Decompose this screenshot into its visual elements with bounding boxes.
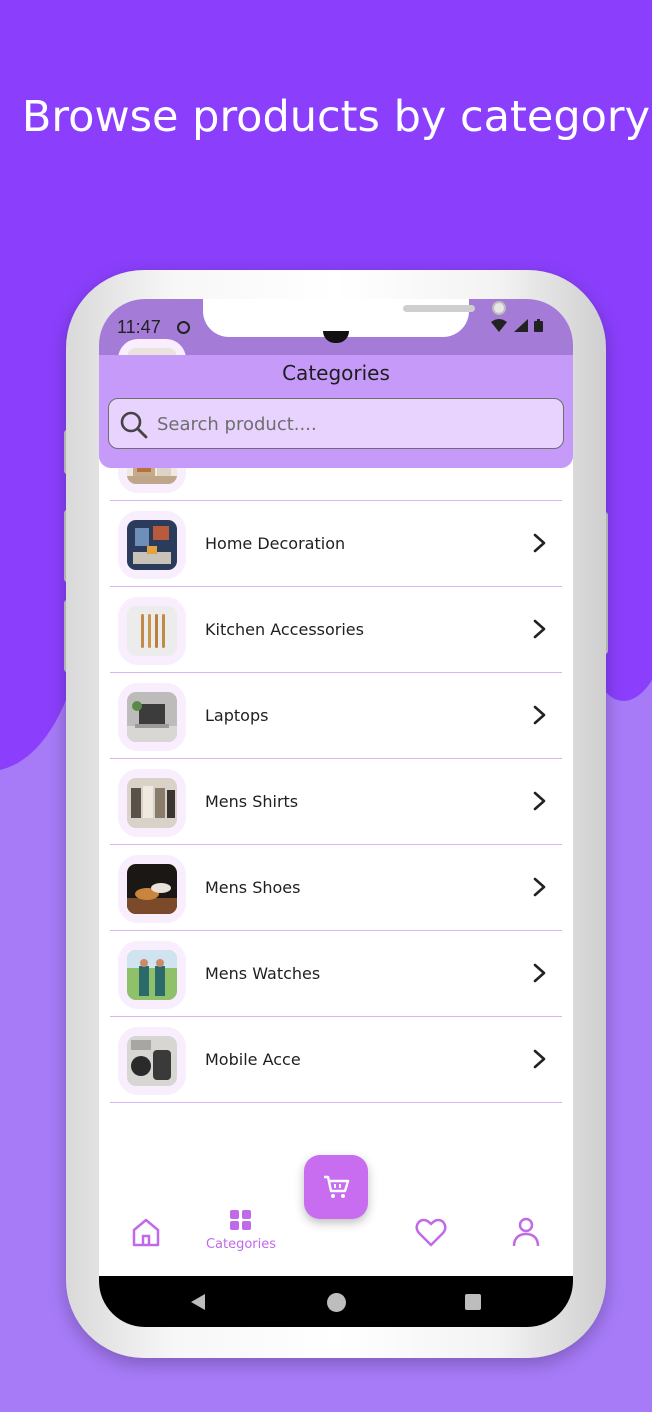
speaker	[403, 305, 475, 312]
chevron-right-icon	[533, 877, 546, 897]
back-icon[interactable]	[189, 1293, 207, 1311]
nav-profile[interactable]	[506, 1212, 546, 1252]
grid-icon	[230, 1210, 251, 1230]
category-label: Mobile Acce	[205, 1050, 301, 1069]
mens-shirts-thumbnail	[127, 778, 177, 828]
laptops-thumbnail	[127, 692, 177, 742]
category-label: Mens Watches	[205, 964, 321, 983]
home-decoration-thumbnail	[127, 520, 177, 570]
category-thumbnail-frame	[118, 855, 186, 923]
cart-icon	[324, 1175, 350, 1198]
category-label: Kitchen Accessories	[205, 620, 364, 639]
kitchen-accessories-thumbnail	[127, 606, 177, 656]
category-row[interactable]: Laptops	[110, 673, 562, 759]
category-thumbnail-frame	[118, 597, 186, 665]
headline: Browse products by category	[21, 92, 651, 142]
chevron-right-icon	[533, 1049, 546, 1069]
mobile-accessories-thumbnail	[127, 1036, 177, 1086]
search-input[interactable]	[157, 409, 537, 439]
recent-apps-icon[interactable]	[465, 1294, 481, 1310]
mens-watches-thumbnail	[127, 950, 177, 1000]
app-header: Categories	[99, 355, 573, 468]
chevron-right-icon	[533, 791, 546, 811]
chevron-right-icon	[533, 963, 546, 983]
category-row[interactable]: Mens Shoes	[110, 845, 562, 931]
chevron-right-icon	[533, 533, 546, 553]
category-thumbnail-frame	[118, 683, 186, 751]
page-title: Categories	[282, 361, 390, 385]
category-row[interactable]: Mens Watches	[110, 931, 562, 1017]
category-row[interactable]: Mens Shirts	[110, 759, 562, 845]
system-navigation-bar	[99, 1276, 573, 1327]
search-icon	[120, 411, 148, 439]
category-label: Mens Shoes	[205, 878, 301, 897]
category-label: Home Decoration	[205, 534, 346, 553]
camera	[492, 301, 506, 315]
heart-icon	[415, 1218, 447, 1247]
category-row[interactable]: Home Decoration	[110, 501, 562, 587]
category-thumbnail-frame	[118, 769, 186, 837]
category-label: Laptops	[205, 706, 269, 725]
category-label: Mens Shirts	[205, 792, 299, 811]
category-thumbnail-frame	[118, 1027, 186, 1095]
home-button-icon[interactable]	[327, 1293, 346, 1312]
nav-favorites[interactable]	[411, 1212, 451, 1252]
home-icon	[132, 1218, 160, 1247]
nav-categories-label: Categories	[205, 1237, 277, 1252]
user-icon	[512, 1217, 540, 1247]
category-row[interactable]: Kitchen Accessories	[110, 587, 562, 673]
category-row[interactable]: Mobile Acce	[110, 1017, 562, 1103]
phone-screen: 11:47 FurnitureGroceriesHome DecorationK…	[99, 299, 573, 1327]
category-thumbnail-frame	[118, 511, 186, 579]
cart-button[interactable]	[304, 1155, 368, 1219]
mens-shoes-thumbnail	[127, 864, 177, 914]
chevron-right-icon	[533, 619, 546, 639]
category-thumbnail-frame	[118, 941, 186, 1009]
search-box[interactable]	[108, 398, 564, 449]
nav-home[interactable]	[126, 1212, 166, 1252]
chevron-right-icon	[533, 705, 546, 725]
